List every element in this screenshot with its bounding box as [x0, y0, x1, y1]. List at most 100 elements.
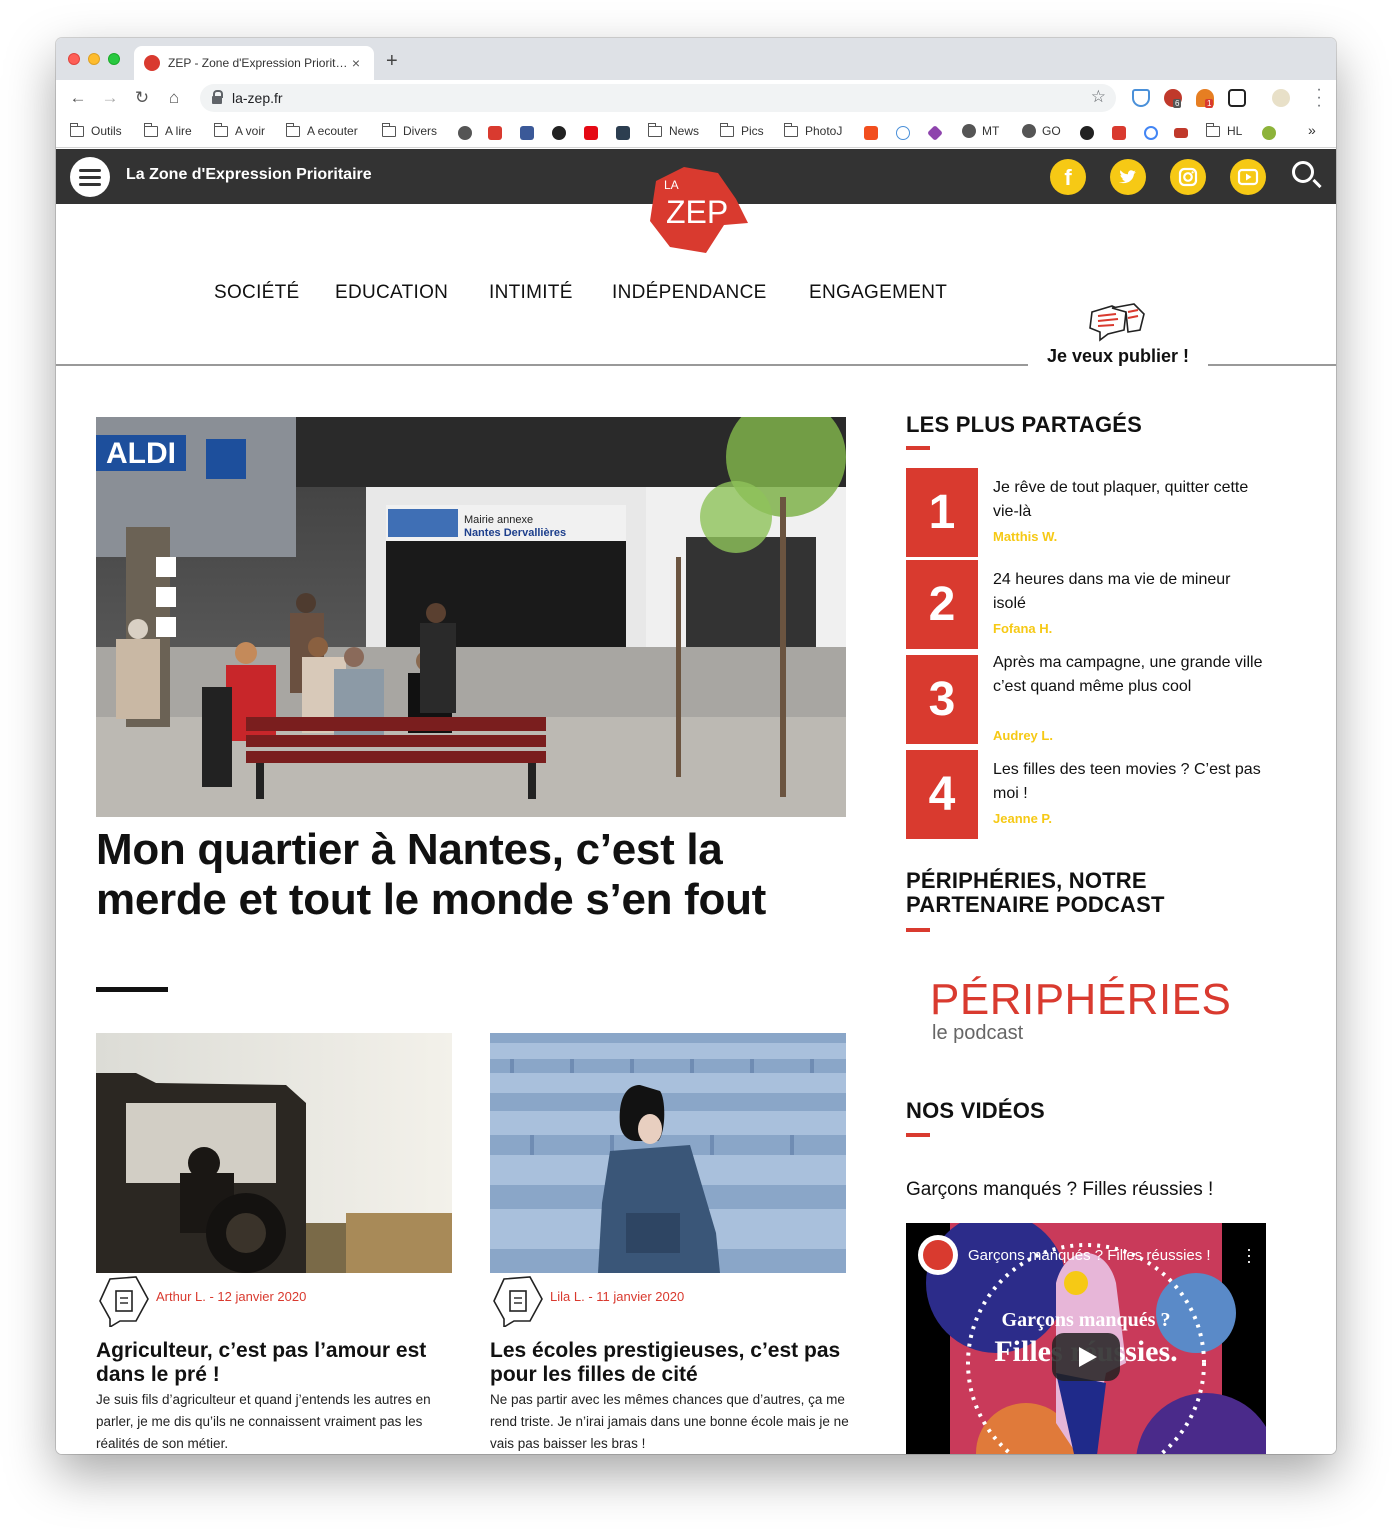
pix-icon[interactable]: [488, 126, 502, 140]
search-icon[interactable]: [1292, 161, 1314, 183]
card-image[interactable]: [490, 1033, 846, 1273]
facebook-bookmark-icon[interactable]: [520, 126, 534, 140]
site-title[interactable]: La Zone d'Expression Prioritaire: [126, 166, 372, 184]
netflix-icon[interactable]: [584, 126, 598, 140]
facebook-icon[interactable]: f: [1050, 159, 1086, 195]
address-bar[interactable]: la-zep.fr ☆: [200, 84, 1116, 112]
card-title[interactable]: Les écoles prestigieuses, c’est pas pour…: [490, 1339, 846, 1387]
minimize-window-button[interactable]: [88, 53, 100, 65]
nav-intimite[interactable]: INTIMITÉ: [489, 282, 573, 304]
bookmark-folder[interactable]: Pics: [719, 122, 764, 138]
peripheries-podcast-logo[interactable]: PÉRIPHÉRIES le podcast: [930, 977, 1240, 1057]
nav-engagement[interactable]: ENGAGEMENT: [809, 282, 947, 304]
bookmark-star-icon[interactable]: ☆: [1091, 87, 1106, 107]
card-image[interactable]: [96, 1033, 452, 1273]
circle-icon[interactable]: [1080, 126, 1094, 140]
adblock-extension-icon[interactable]: 6: [1164, 89, 1182, 108]
bookmarks-overflow-icon[interactable]: »: [1308, 122, 1316, 138]
video-player-title[interactable]: Garçons manqués ? Filles réussies !: [968, 1247, 1244, 1264]
alert-icon[interactable]: [1112, 126, 1126, 140]
card-excerpt: Je suis fils d’agriculteur et quand j’en…: [96, 1392, 431, 1451]
rank-author[interactable]: Audrey L.: [993, 728, 1053, 743]
rank-article-title[interactable]: Je rêve de tout plaquer, quitter cette v…: [993, 476, 1263, 524]
card-meta: Arthur L. - 12 janvier 2020: [156, 1289, 307, 1304]
card-author[interactable]: Arthur L.: [156, 1289, 206, 1304]
youtube-video-player[interactable]: Garçons manqués ? Filles réussies. Garço…: [906, 1223, 1266, 1454]
shield-extension-icon[interactable]: [1132, 89, 1150, 107]
zoom-window-button[interactable]: [108, 53, 120, 65]
app-icon[interactable]: [616, 126, 630, 140]
password-icon[interactable]: [896, 126, 910, 140]
folder-icon: [69, 122, 84, 137]
bookmark-folder[interactable]: PhotoJ: [783, 122, 842, 138]
play-button-icon[interactable]: [1052, 1333, 1120, 1381]
back-arrow-icon[interactable]: ←: [66, 86, 90, 110]
nav-education[interactable]: EDUCATION: [335, 282, 448, 304]
channel-avatar[interactable]: [918, 1235, 958, 1275]
card-author[interactable]: Lila L.: [550, 1289, 585, 1304]
tab-close-icon[interactable]: ×: [348, 55, 364, 71]
reload-icon[interactable]: ↻: [130, 86, 154, 110]
hero-title[interactable]: Mon quartier à Nantes, c’est la merde et…: [96, 825, 856, 925]
profile-avatar[interactable]: [1272, 89, 1290, 107]
bell-extension-icon[interactable]: 1: [1196, 89, 1214, 108]
twitter-icon[interactable]: [1110, 159, 1146, 195]
card-title[interactable]: Agriculteur, c’est pas l’amour est dans …: [96, 1339, 452, 1387]
folder-icon: [381, 122, 396, 137]
rank-number[interactable]: 3: [906, 655, 978, 744]
globe-icon: [1022, 124, 1036, 138]
bus-icon[interactable]: [1174, 128, 1188, 138]
rank-author[interactable]: Fofana H.: [993, 621, 1052, 636]
home-icon[interactable]: ⌂: [162, 86, 186, 110]
bookmark-folder[interactable]: A lire: [143, 122, 192, 138]
hero-image[interactable]: ALDI Mairie annexe Nantes Dervallières: [96, 417, 846, 817]
videos-heading: NOS VIDÉOS: [906, 1098, 1045, 1123]
nav-societe[interactable]: SOCIÉTÉ: [214, 282, 300, 304]
notion-extension-icon[interactable]: [1228, 89, 1246, 107]
zep-logo[interactable]: LA ZEP: [644, 163, 748, 259]
rank-article-title[interactable]: 24 heures dans ma vie de mineur isolé: [993, 568, 1263, 616]
nav-independance[interactable]: INDÉPENDANCE: [612, 282, 767, 304]
bookmark-folder[interactable]: A ecouter: [285, 122, 358, 138]
rank-author[interactable]: Jeanne P.: [993, 811, 1052, 826]
github-icon[interactable]: [552, 126, 566, 140]
card-date: 12 janvier 2020: [217, 1289, 307, 1304]
forward-arrow-icon[interactable]: →: [98, 86, 122, 110]
article-document-icon: [490, 1275, 544, 1329]
bookmark-folder[interactable]: Outils: [69, 122, 122, 138]
folder-icon: [285, 122, 300, 137]
bookmark-folder[interactable]: HL: [1205, 122, 1242, 138]
bookmark-folder[interactable]: A voir: [213, 122, 265, 138]
close-window-button[interactable]: [68, 53, 80, 65]
bookmark-label: A ecouter: [307, 124, 358, 138]
bookmark-link[interactable]: MT: [962, 124, 999, 138]
flipboard-icon[interactable]: [864, 126, 878, 140]
bookmark-folder[interactable]: Divers: [381, 122, 437, 138]
folder-icon: [1205, 122, 1220, 137]
bookmark-folder[interactable]: News: [647, 122, 700, 138]
browser-tab[interactable]: ZEP - Zone d'Expression Prioritaire ×: [134, 46, 374, 80]
new-tab-button[interactable]: +: [386, 50, 398, 73]
rank-article-title[interactable]: Après ma campagne, une grande ville c’es…: [993, 651, 1263, 699]
video-menu-icon[interactable]: · · ·: [1244, 1240, 1254, 1270]
instagram-icon[interactable]: [1170, 159, 1206, 195]
grid-icon[interactable]: [1262, 126, 1276, 140]
video-overlay-line1: Garçons manqués ?: [1001, 1309, 1171, 1331]
bookmark-label: News: [669, 124, 700, 138]
globe-icon[interactable]: [458, 126, 472, 140]
diamond-icon[interactable]: [927, 125, 943, 141]
google-icon[interactable]: [1144, 126, 1158, 140]
hamburger-menu-icon[interactable]: [70, 157, 110, 197]
rank-author[interactable]: Matthis W.: [993, 529, 1057, 544]
rank-article-title[interactable]: Les filles des teen movies ? C’est pas m…: [993, 758, 1263, 806]
rank-number[interactable]: 4: [906, 750, 978, 839]
publish-link[interactable]: Je veux publier !: [1028, 346, 1208, 376]
heading-accent-bar: [906, 1133, 930, 1137]
rank-number[interactable]: 1: [906, 468, 978, 557]
rank-number[interactable]: 2: [906, 560, 978, 649]
youtube-icon[interactable]: [1230, 159, 1266, 195]
browser-menu-icon[interactable]: · · ·: [1316, 82, 1322, 114]
heading-accent-bar: [906, 928, 930, 932]
bookmark-link[interactable]: GO: [1022, 124, 1061, 138]
video-title: Garçons manqués ? Filles réussies !: [906, 1179, 1214, 1200]
